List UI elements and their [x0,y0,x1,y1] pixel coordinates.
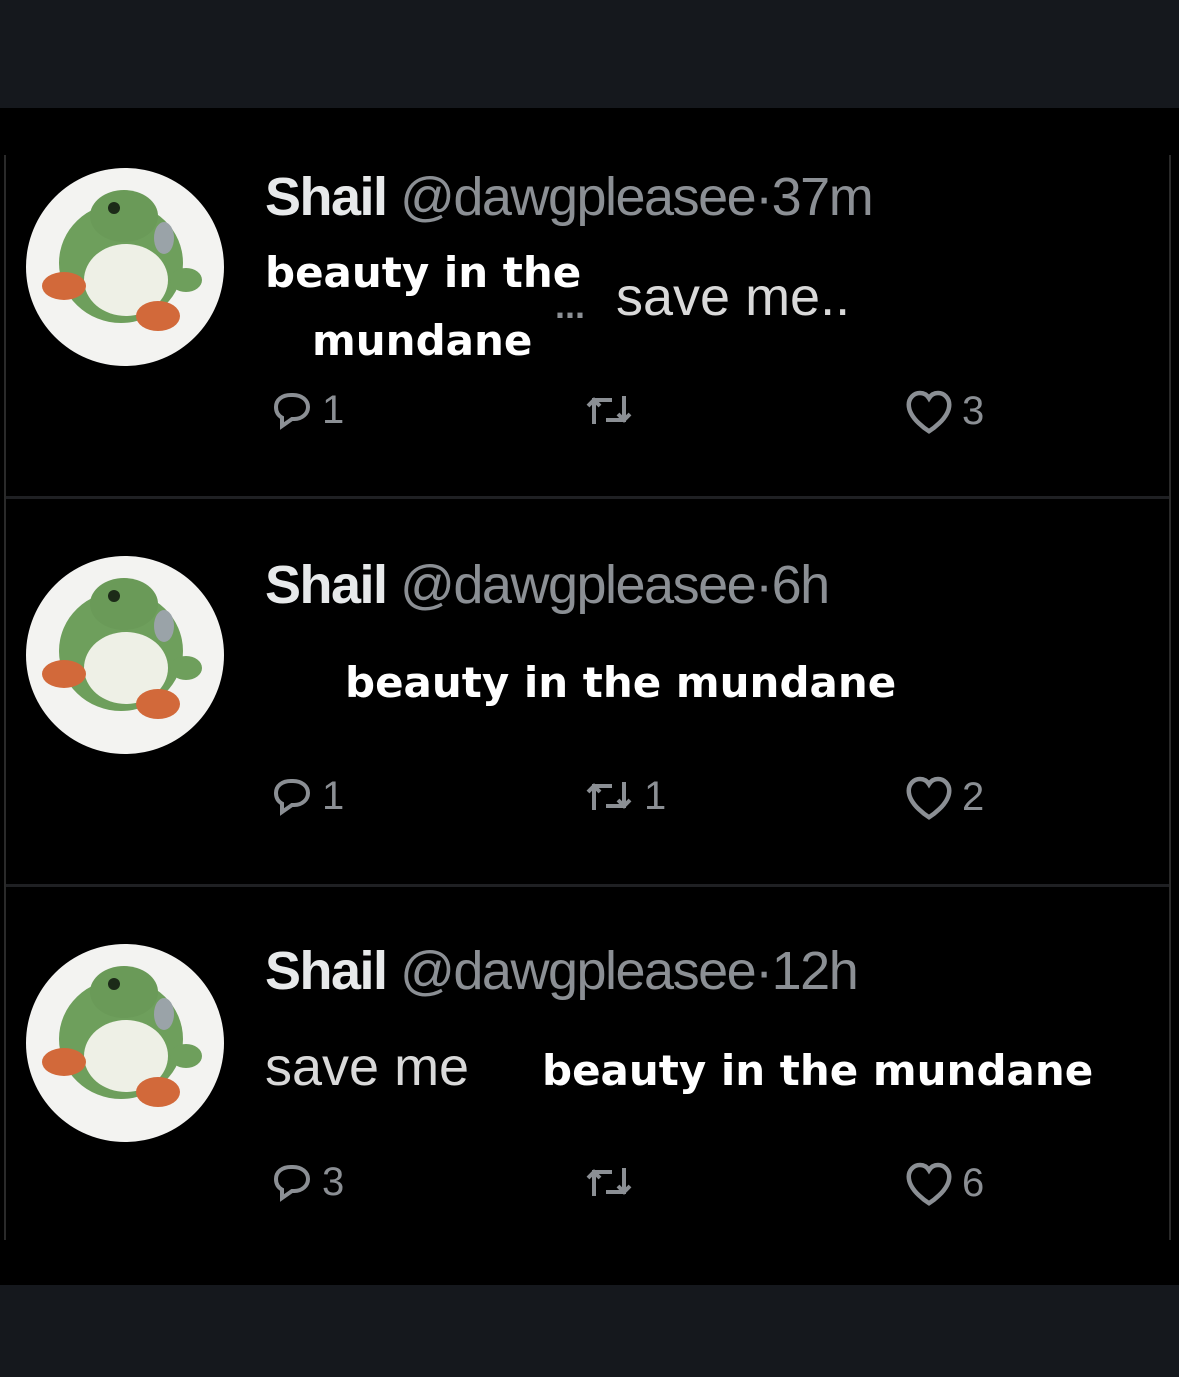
like-count: 2 [962,774,985,819]
retweet-button[interactable] [580,386,644,434]
retweet-button[interactable]: 1 [580,772,666,820]
like-button[interactable]: 6 [902,1158,984,1208]
reply-button[interactable]: 1 [268,386,344,434]
like-button[interactable]: 2 [902,772,984,822]
reply-icon [273,1165,311,1202]
green-dinosaur-avatar-icon [42,966,202,1107]
retweet-icon [586,782,632,810]
display-name[interactable]: Shail [265,555,388,615]
retweet-icon [586,396,632,424]
timestamp[interactable]: 6h [772,555,831,615]
like-count: 6 [962,1160,985,1205]
retweet-button[interactable] [580,1158,644,1206]
reply-count: 1 [322,773,345,818]
heart-icon [906,776,952,820]
reply-count: 1 [322,387,345,432]
like-count: 3 [962,388,985,433]
overlay-text: beauty in the mundane [542,1046,1094,1095]
reply-button[interactable]: 1 [268,772,344,820]
heart-icon [906,390,952,434]
like-button[interactable]: 3 [902,386,984,436]
overlay-text: beauty in the mundane [345,658,897,707]
avatar[interactable] [26,556,224,754]
reply-icon [273,393,311,430]
separator-dot: · [755,941,773,1001]
separator-dot: · [755,555,773,615]
display-name[interactable]: Shail [265,941,388,1001]
tweet-3[interactable]: Shail @dawgpleasee·12h save me beauty in… [0,0,1179,1206]
heart-icon [906,1162,952,1206]
retweet-icon [586,1168,632,1196]
tweet-header: Shail @dawgpleasee·6h [265,555,831,615]
green-dinosaur-avatar-icon [42,578,202,719]
tweet-divider [6,884,1169,887]
retweet-count: 1 [644,773,667,818]
user-handle[interactable]: @dawgpleasee [400,555,757,615]
reply-icon [273,779,311,816]
reply-button[interactable]: 3 [268,1158,344,1206]
avatar[interactable] [26,944,224,1142]
user-handle[interactable]: @dawgpleasee [400,941,757,1001]
tweet-text: save me [265,1037,470,1097]
tweet-header: Shail @dawgpleasee·12h [265,941,859,1001]
tweet-divider [6,496,1169,499]
reply-count: 3 [322,1159,345,1204]
timestamp[interactable]: 12h [772,941,859,1001]
